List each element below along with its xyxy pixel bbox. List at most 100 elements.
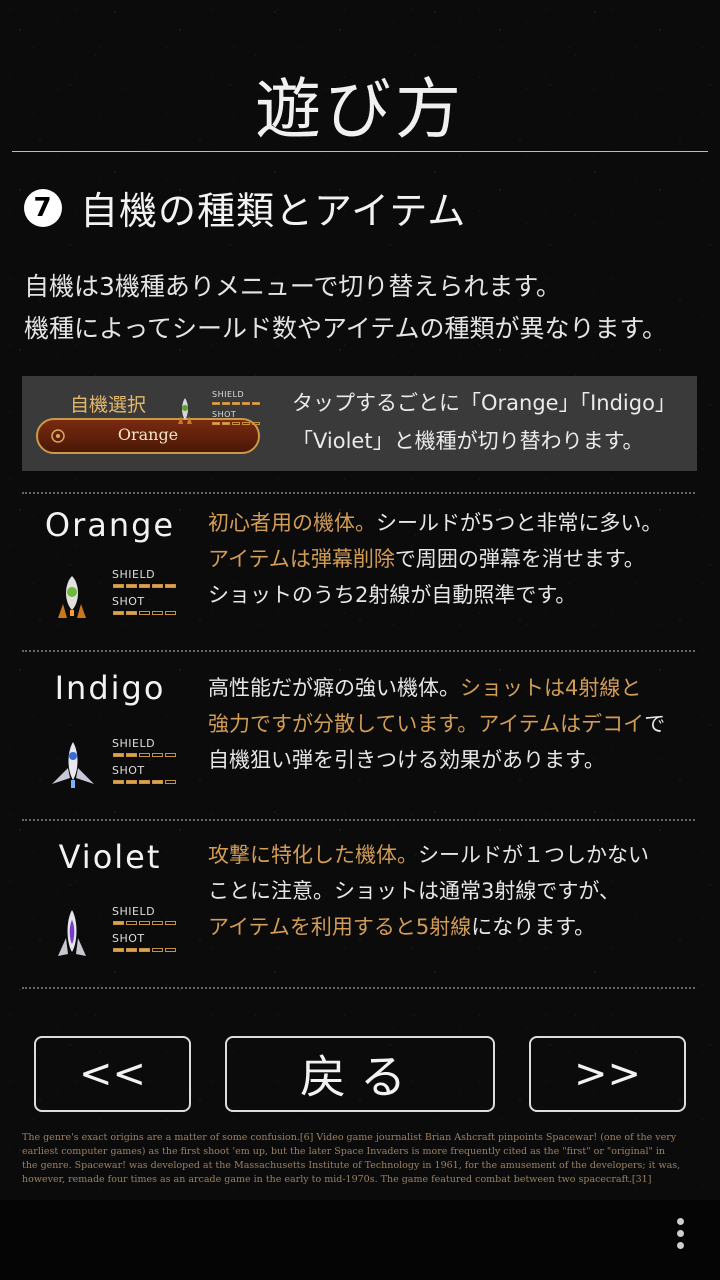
- desc-text: ことに注意。ショットは通常3射線ですが、: [208, 879, 620, 903]
- selector-shot-bars: [212, 422, 260, 425]
- desc-highlight: ショットは4射線と: [460, 676, 642, 700]
- orange-ship-icon: [178, 398, 192, 424]
- back-button-label: 戻る: [300, 1050, 420, 1104]
- desc-text: シールドが5つと非常に多い。: [376, 511, 663, 535]
- fine-print-text: The genre's exact origins are a matter o…: [22, 1131, 702, 1187]
- ship-name-violet: Violet: [58, 838, 162, 876]
- back-button[interactable]: 戻る: [225, 1036, 495, 1112]
- divider: [22, 650, 695, 652]
- level-segment-empty: [152, 948, 163, 952]
- level-segment-filled: [113, 948, 124, 952]
- fine-print-line: however, remade four times as an arcade …: [22, 1174, 652, 1185]
- ship-name-orange: Orange: [44, 506, 176, 544]
- level-segment-filled: [152, 780, 163, 784]
- desc-highlight: アイテムを利用すると5射線: [208, 915, 472, 939]
- indigo-description: 高性能だが癖の強い機体。ショットは4射線と 強力ですが分散しています。アイテムは…: [208, 670, 665, 778]
- level-segment-filled: [165, 584, 176, 588]
- level-segment-filled: [139, 584, 150, 588]
- selector-desc-line: 「Violet」と機種が切り替わります。: [292, 429, 644, 453]
- desc-highlight: アイテムは弾幕削除: [208, 547, 395, 571]
- ship-selector-example: 自機選択 Orange SHIELD SHOT タップするごとに「Orange」…: [22, 376, 697, 471]
- prev-page-button[interactable]: <<: [34, 1036, 191, 1112]
- intro-line: 機種によってシールド数やアイテムの種類が異なります。: [24, 314, 668, 343]
- level-segment-filled: [113, 584, 124, 588]
- selector-desc-line: タップするごとに「Orange」「Indigo」: [292, 391, 676, 415]
- desc-text: シールドが１つしかない: [418, 843, 649, 867]
- desc-text: ショットのうち2射線が自動照準です。: [208, 583, 577, 607]
- level-segment-empty: [165, 611, 176, 615]
- level-segment-filled: [126, 948, 137, 952]
- orange-description: 初心者用の機体。シールドが5つと非常に多い。 アイテムは弾幕削除で周囲の弾幕を消…: [208, 505, 662, 613]
- desc-highlight: 強力ですが分散しています。: [208, 712, 479, 736]
- level-segment-empty: [165, 780, 176, 784]
- level-segment-filled: [113, 611, 124, 615]
- section-heading: 7 自機の種類とアイテム: [24, 180, 466, 235]
- divider: [22, 987, 695, 989]
- next-page-label: >>: [573, 1051, 642, 1097]
- desc-text: で周囲の弾幕を消せます。: [394, 547, 645, 571]
- intro-line: 自機は3機種ありメニューで切り替えられます。: [24, 272, 561, 301]
- level-segment-empty: [126, 921, 137, 925]
- selector-shield-label: SHIELD: [212, 390, 245, 399]
- level-segment-filled: [113, 921, 124, 925]
- orange-shot-label: SHOT: [112, 595, 145, 608]
- desc-highlight: アイテムはデコイ: [478, 712, 645, 736]
- ship-select-button-label: Orange: [117, 425, 179, 444]
- level-segment-empty: [139, 611, 150, 615]
- desc-text: で: [644, 712, 666, 736]
- level-segment-empty: [139, 753, 150, 757]
- orange-shield-bars: [113, 584, 176, 588]
- level-segment-empty: [165, 948, 176, 952]
- prev-page-label: <<: [78, 1051, 147, 1097]
- fine-print-line: earliest computer games) as the first sh…: [22, 1146, 666, 1157]
- section-heading-text: 自機の種類とアイテム: [80, 189, 467, 233]
- indigo-shot-label: SHOT: [112, 764, 145, 777]
- violet-description: 攻撃に特化した機体。シールドが１つしかない ことに注意。ショットは通常3射線です…: [208, 837, 649, 945]
- title-divider: [12, 151, 708, 152]
- orange-ship-icon: [58, 576, 86, 618]
- level-segment-filled: [126, 584, 137, 588]
- level-segment-filled: [139, 948, 150, 952]
- level-segment-empty: [152, 611, 163, 615]
- level-segment-empty: [165, 753, 176, 757]
- level-segment-empty: [152, 921, 163, 925]
- violet-ship-icon: [58, 910, 86, 956]
- level-segment-empty: [139, 921, 150, 925]
- more-vert-icon[interactable]: [672, 1218, 688, 1249]
- level-segment-filled: [113, 780, 124, 784]
- level-segment-filled: [113, 753, 124, 757]
- desc-highlight: 初心者用の機体。: [208, 511, 376, 535]
- desc-highlight: 攻撃に特化した機体。: [208, 843, 418, 867]
- indigo-shield-label: SHIELD: [112, 737, 156, 750]
- violet-shot-bars: [113, 948, 176, 952]
- desc-text: になります。: [471, 915, 596, 939]
- level-segment-filled: [126, 780, 137, 784]
- desc-text: 自機狙い弾を引きつける効果があります。: [208, 748, 605, 772]
- fine-print-line: the genre. Spacewar! was developed at th…: [22, 1160, 681, 1171]
- level-segment-filled: [139, 780, 150, 784]
- selector-label: 自機選択: [70, 394, 147, 416]
- violet-shot-label: SHOT: [112, 932, 145, 945]
- level-segment-filled: [126, 611, 137, 615]
- selector-shield-bars: [212, 402, 260, 405]
- level-segment-empty: [152, 753, 163, 757]
- indigo-shield-bars: [113, 753, 176, 757]
- next-page-button[interactable]: >>: [529, 1036, 686, 1112]
- section-number-badge: 7: [24, 188, 62, 227]
- indigo-shot-bars: [113, 780, 176, 784]
- intro-text: 自機は3機種ありメニューで切り替えられます。 機種によってシールド数やアイテムの…: [24, 266, 667, 350]
- selector-description: タップするごとに「Orange」「Indigo」 「Violet」と機種が切り替…: [292, 384, 676, 460]
- violet-shield-label: SHIELD: [112, 905, 156, 918]
- page-title: 遊び方: [255, 71, 465, 148]
- indigo-ship-icon: [52, 742, 94, 788]
- level-segment-filled: [126, 753, 137, 757]
- selector-shot-label: SHOT: [212, 410, 237, 419]
- divider: [22, 492, 695, 494]
- level-segment-empty: [165, 921, 176, 925]
- ship-name-indigo: Indigo: [54, 669, 166, 707]
- desc-text: 高性能だが癖の強い機体。: [208, 676, 460, 700]
- fine-print-line: The genre's exact origins are a matter o…: [22, 1132, 677, 1143]
- orange-shot-bars: [113, 611, 176, 615]
- violet-shield-bars: [113, 921, 176, 925]
- divider: [22, 819, 695, 821]
